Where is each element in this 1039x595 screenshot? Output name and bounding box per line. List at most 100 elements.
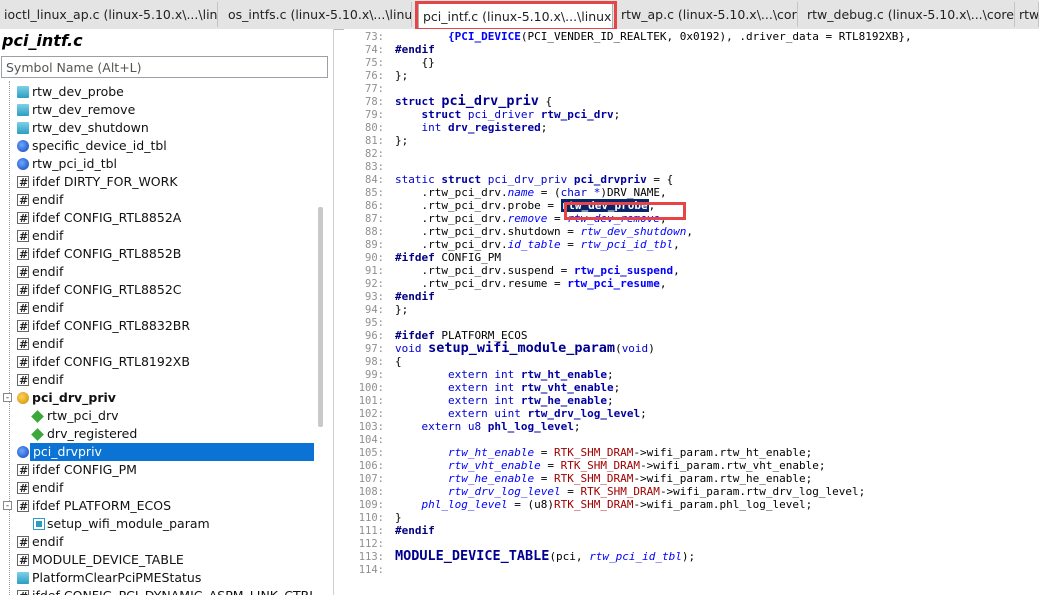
code-line[interactable]: 76:}; [344, 69, 408, 82]
symbol-search-input[interactable] [1, 56, 328, 78]
symbol-tree-item[interactable]: setup_wifi_module_param [0, 515, 318, 533]
symbol-tree-item[interactable]: rtw_pci_drv [0, 407, 318, 425]
code-line[interactable]: 113: MODULE_DEVICE_TABLE(pci, rtw_pci_id_… [344, 549, 695, 563]
code-line[interactable]: 86: .rtw_pci_drv.probe = rtw_dev_probe, [344, 199, 655, 212]
symbol-tree-item[interactable]: PlatformClearPciPMEStatus [0, 569, 318, 587]
ifdef-icon [17, 480, 29, 498]
tab-rtw-overflow[interactable]: rtw [1015, 2, 1039, 27]
collapse-toggle-icon[interactable]: - [3, 501, 12, 511]
symbol-tree-item[interactable]: endif [0, 533, 318, 552]
code-line[interactable]: 91: .rtw_pci_drv.suspend = rtw_pci_suspe… [344, 264, 680, 277]
code-editor[interactable]: 73: {PCI_DEVICE(PCI_VENDER_ID_REALTEK, 0… [344, 29, 1039, 595]
code-line[interactable]: 94:}; [344, 303, 408, 316]
code-line[interactable]: 82: [344, 147, 384, 160]
symbol-tree-item[interactable]: MODULE_DEVICE_TABLE [0, 551, 318, 570]
symbol-tree: rtw_dev_probe rtw_dev_remove rtw_dev_shutd… [0, 83, 318, 595]
code-line[interactable]: 74: #endif [344, 43, 435, 56]
symbol-tree-item[interactable]: rtw_dev_probe [0, 83, 318, 101]
tab-ioctl-linux-ap[interactable]: ioctl_linux_ap.c (linux-5.10.x\...\linux… [0, 2, 218, 27]
symbol-tree-item[interactable]: ifdef CONFIG_RTL8192XB [0, 353, 318, 372]
code-line[interactable]: 112: [344, 537, 384, 550]
code-line[interactable]: 88: .rtw_pci_drv.shutdown = rtw_dev_shut… [344, 225, 693, 238]
symbol-tree-item[interactable]: endif [0, 227, 318, 246]
code-line[interactable]: 96: #ifdef PLATFORM_ECOS [344, 329, 527, 342]
code-line[interactable]: 85: .rtw_pci_drv.name = (char *)DRV_NAME… [344, 186, 667, 199]
symbol-tree-item[interactable]: ifdef CONFIG_PM [0, 461, 318, 480]
collapse-toggle-icon[interactable]: - [3, 393, 12, 403]
symbol-tree-item-label: pci_drvpriv [30, 443, 314, 461]
code-line[interactable]: 108: rtw_drv_log_level = RTK_SHM_DRAM->w… [344, 485, 866, 498]
code-line[interactable]: 107: rtw_he_enable = RTK_SHM_DRAM->wifi_… [344, 472, 813, 485]
code-text: {PCI_DEVICE(PCI_VENDER_ID_REALTEK, 0x019… [447, 30, 912, 43]
code-line[interactable]: 90: #ifdef CONFIG_PM [344, 251, 501, 264]
symbol-tree-item[interactable]: ifdef CONFIG_PCI_DYNAMIC_ASPM_LINK_CTRL [0, 587, 318, 595]
code-line[interactable]: 81:}; [344, 134, 408, 147]
code-line[interactable]: 98:{ [344, 355, 402, 368]
code-line[interactable]: 104: [344, 433, 384, 446]
code-line[interactable]: 110:} [344, 511, 402, 524]
tab-os-intfs[interactable]: os_intfs.c (linux-5.10.x\...\linux) [224, 2, 412, 27]
code-line[interactable]: 102: extern uint rtw_drv_log_level; [344, 407, 647, 420]
symbol-tree-item-label: endif [32, 192, 64, 207]
code-line[interactable]: 100: extern int rtw_vht_enable; [344, 381, 621, 394]
code-line[interactable]: 95: [344, 316, 384, 329]
symbol-tree-item[interactable]: - pci_drv_priv [0, 389, 318, 407]
code-line[interactable]: 101: extern int rtw_he_enable; [344, 394, 614, 407]
code-line[interactable]: 99: extern int rtw_ht_enable; [344, 368, 614, 381]
symbol-tree-item[interactable]: ifdef CONFIG_RTL8832BR [0, 317, 318, 336]
symbol-tree-item[interactable]: rtw_dev_remove [0, 101, 318, 119]
symbol-tree-item[interactable]: endif [0, 263, 318, 282]
symbol-tree-item[interactable]: ifdef CONFIG_RTL8852A [0, 209, 318, 228]
symbol-tree-item[interactable]: ifdef DIRTY_FOR_WORK [0, 173, 318, 192]
code-line[interactable]: 87: .rtw_pci_drv.remove = rtw_dev_remove… [344, 212, 667, 225]
code-line[interactable]: 77: [344, 82, 384, 95]
code-line[interactable]: 89: .rtw_pci_drv.id_table = rtw_pci_id_t… [344, 238, 680, 251]
code-line[interactable]: 83: [344, 160, 384, 173]
code-line[interactable]: 80: int drv_registered; [344, 121, 547, 134]
ifdef-icon [17, 300, 29, 318]
code-text: extern int rtw_he_enable; [447, 394, 614, 407]
code-line[interactable]: 103: extern u8 phl_log_level; [344, 420, 581, 433]
symbol-tree-item[interactable]: rtw_pci_id_tbl [0, 155, 318, 173]
tab-rtw-debug[interactable]: rtw_debug.c (linux-5.10.x\...\core) [803, 2, 1015, 27]
code-line[interactable]: 106: rtw_vht_enable = RTK_SHM_DRAM->wifi… [344, 459, 826, 472]
symbol-tree-item[interactable]: endif [0, 371, 318, 390]
code-line[interactable]: 73: {PCI_DEVICE(PCI_VENDER_ID_REALTEK, 0… [344, 30, 912, 43]
code-line[interactable]: 109: phl_log_level = (u8)RTK_SHM_DRAM->w… [344, 498, 813, 511]
ifdef-icon [17, 534, 29, 552]
symbol-tree-item[interactable]: rtw_dev_shutdown [0, 119, 318, 137]
code-line[interactable]: 78: struct pci_drv_priv { [344, 94, 552, 108]
code-line[interactable]: 84: static struct pci_drv_priv pci_drvpri… [344, 173, 673, 186]
function-icon [33, 518, 45, 530]
symbol-tree-item[interactable]: ifdef CONFIG_RTL8852C [0, 281, 318, 300]
symbol-tree-item[interactable]: endif [0, 479, 318, 498]
symbol-tree-item[interactable]: pci_drvpriv [0, 443, 318, 461]
symbol-tree-item-label: specific_device_id_tbl [32, 138, 167, 153]
ifdef-icon [17, 264, 29, 282]
code-line[interactable]: 111: #endif [344, 524, 435, 537]
ifdef-icon [17, 318, 29, 336]
ifdef-icon [17, 336, 29, 354]
symbol-tree-item[interactable]: drv_registered [0, 425, 318, 443]
symbol-tree-item[interactable]: specific_device_id_tbl [0, 137, 318, 155]
symbol-tree-item-label: pci_drv_priv [32, 390, 116, 405]
code-text: }; [395, 303, 409, 316]
code-line[interactable]: 79: struct pci_driver rtw_pci_drv; [344, 108, 620, 121]
symbol-tree-item-label: MODULE_DEVICE_TABLE [32, 552, 184, 567]
symbol-panel-scrollbar[interactable] [318, 207, 323, 427]
variable-icon [17, 140, 29, 152]
code-line[interactable]: 92: .rtw_pci_drv.resume = rtw_pci_resume… [344, 277, 667, 290]
symbol-tree-item[interactable]: - ifdef PLATFORM_ECOS [0, 497, 318, 516]
code-line[interactable]: 114: [344, 563, 384, 576]
symbol-tree-item[interactable]: ifdef CONFIG_RTL8852B [0, 245, 318, 264]
symbol-tree-item[interactable]: endif [0, 191, 318, 210]
tab-rtw-ap[interactable]: rtw_ap.c (linux-5.10.x\...\core) [617, 2, 798, 27]
code-text: rtw_he_enable = RTK_SHM_DRAM->wifi_param… [447, 472, 813, 485]
code-line[interactable]: 105: rtw_ht_enable = RTK_SHM_DRAM->wifi_… [344, 446, 813, 459]
symbol-tree-item[interactable]: endif [0, 299, 318, 318]
active-tab-highlight [415, 1, 617, 31]
code-line[interactable]: 97: void setup_wifi_module_param(void) [344, 341, 655, 355]
symbol-tree-item[interactable]: endif [0, 335, 318, 354]
code-line[interactable]: 75: {} [344, 56, 435, 69]
code-line[interactable]: 93: #endif [344, 290, 435, 303]
